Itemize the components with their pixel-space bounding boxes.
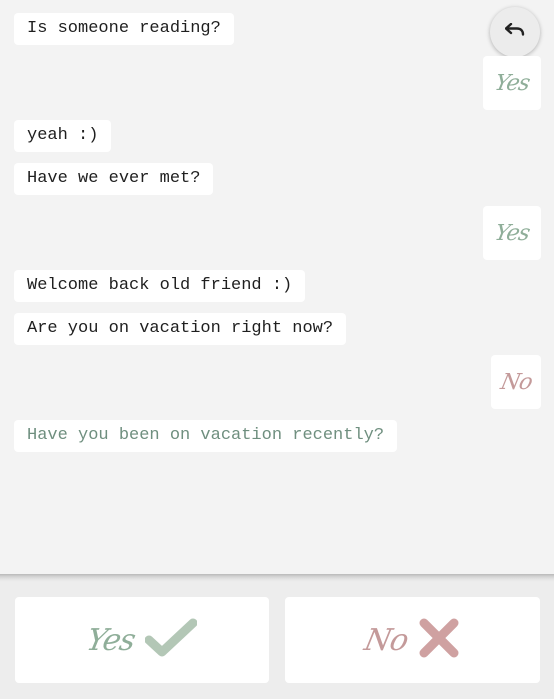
no-button-label: No bbox=[361, 622, 412, 658]
checkmark-icon bbox=[144, 618, 198, 663]
user-answer-bubble: Yes bbox=[483, 206, 541, 260]
footer-shadow bbox=[0, 574, 554, 582]
bot-message: Are you on vacation right now? bbox=[14, 313, 347, 345]
answer-text: No bbox=[498, 369, 534, 395]
yes-button[interactable]: Yes bbox=[15, 597, 269, 683]
undo-arrow-icon bbox=[504, 22, 525, 42]
answer-text: Yes bbox=[492, 220, 532, 246]
cross-icon bbox=[418, 617, 460, 664]
bot-message: Is someone reading? bbox=[14, 13, 234, 45]
chat-app: Is someone reading? Yes yeah :) Have we … bbox=[0, 0, 554, 699]
bot-message-pending: Have you been on vacation recently? bbox=[14, 420, 398, 452]
user-answer-bubble: No bbox=[491, 355, 541, 409]
bot-message: Have we ever met? bbox=[14, 163, 214, 195]
bot-message: yeah :) bbox=[14, 120, 112, 152]
no-button[interactable]: No bbox=[285, 597, 540, 683]
user-answer-bubble: Yes bbox=[483, 56, 541, 110]
yes-button-label: Yes bbox=[83, 622, 139, 658]
answer-text: Yes bbox=[492, 70, 532, 96]
undo-button[interactable] bbox=[490, 7, 540, 57]
bot-message: Welcome back old friend :) bbox=[14, 270, 306, 302]
